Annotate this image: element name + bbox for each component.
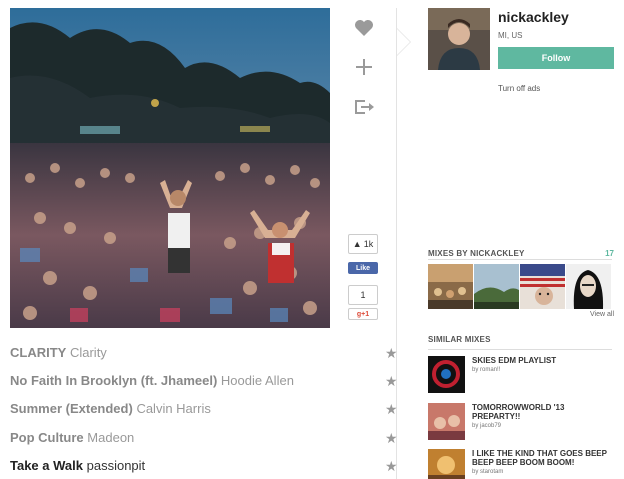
heart-icon <box>355 20 373 36</box>
track-song: Take a Walk <box>10 458 83 473</box>
track-song: CLARITY <box>10 345 67 360</box>
star-icon[interactable]: ★ <box>385 373 398 390</box>
mixes-count: 17 <box>605 249 614 258</box>
track-row[interactable]: Pop Culture Madeon ★ <box>10 430 400 450</box>
mix-thumb-festival[interactable] <box>428 264 473 309</box>
section-divider <box>428 349 612 350</box>
share-button[interactable] <box>348 91 380 123</box>
mix-cover-image <box>10 8 330 328</box>
star-icon[interactable]: ★ <box>385 345 398 362</box>
turn-off-ads-link[interactable]: Turn off ads <box>498 84 540 93</box>
mixes-by-heading: MIXES BY NICKACKLEY <box>428 249 525 258</box>
plus-icon <box>356 59 372 75</box>
track-row[interactable]: CLARITY Clarity ★ <box>10 345 400 365</box>
track-artist: Calvin Harris <box>136 401 211 416</box>
add-to-collection-button[interactable] <box>348 51 380 83</box>
star-icon[interactable]: ★ <box>385 458 398 475</box>
similar-mix-thumb <box>428 449 465 479</box>
google-plus-button[interactable]: g+1 <box>348 308 378 320</box>
view-all-link[interactable]: View all <box>590 311 614 318</box>
similar-mix-thumb <box>428 403 465 440</box>
similar-mix-item[interactable]: TOMORROWWORLD '13 PREPARTY!! by jacob79 <box>428 403 614 443</box>
avatar[interactable] <box>428 8 490 70</box>
similar-mix-item[interactable]: SKIES EDM PLAYLIST by roman!! <box>428 356 614 396</box>
mix-thumb-portrait[interactable] <box>566 264 611 309</box>
track-artist: passionpit <box>86 458 146 473</box>
track-row[interactable]: Summer (Extended) Calvin Harris ★ <box>10 401 400 421</box>
track-row-current[interactable]: Take a Walk passionpit ★ <box>10 458 400 478</box>
star-icon[interactable]: ★ <box>385 401 398 418</box>
mix-thumb-landscape[interactable] <box>474 264 519 309</box>
facebook-like-count[interactable]: ▲ 1k <box>348 234 378 254</box>
username[interactable]: nickackley <box>498 9 569 25</box>
similar-mixes-heading: SIMILAR MIXES <box>428 335 491 344</box>
like-button[interactable] <box>348 12 380 44</box>
similar-mix-thumb <box>428 356 465 393</box>
similar-mix-item[interactable]: I LIKE THE KIND THAT GOES BEEP BEEP BEEP… <box>428 449 614 479</box>
track-song: No Faith In Brooklyn (ft. Jhameel) <box>10 373 218 388</box>
track-song: Pop Culture <box>10 430 84 445</box>
google-plus-count: 1 <box>348 285 378 305</box>
user-location: MI, US <box>498 31 523 40</box>
thumbs-up-icon: ▲ <box>352 239 362 249</box>
track-artist: Hoodie Allen <box>220 373 294 388</box>
mix-thumb-flag[interactable] <box>520 264 565 309</box>
mix-page: ▲ 1k Like 1 g+1 nickackley MI, US Follow… <box>0 0 624 479</box>
track-artist: Clarity <box>69 345 107 360</box>
follow-button[interactable]: Follow <box>498 47 614 69</box>
track-row[interactable]: No Faith In Brooklyn (ft. Jhameel) Hoodi… <box>10 373 400 393</box>
section-divider <box>428 259 612 260</box>
star-icon[interactable]: ★ <box>385 430 398 447</box>
track-song: Summer (Extended) <box>10 401 133 416</box>
track-artist: Madeon <box>87 430 135 445</box>
share-icon <box>355 100 374 114</box>
facebook-like-button[interactable]: Like <box>348 262 378 274</box>
